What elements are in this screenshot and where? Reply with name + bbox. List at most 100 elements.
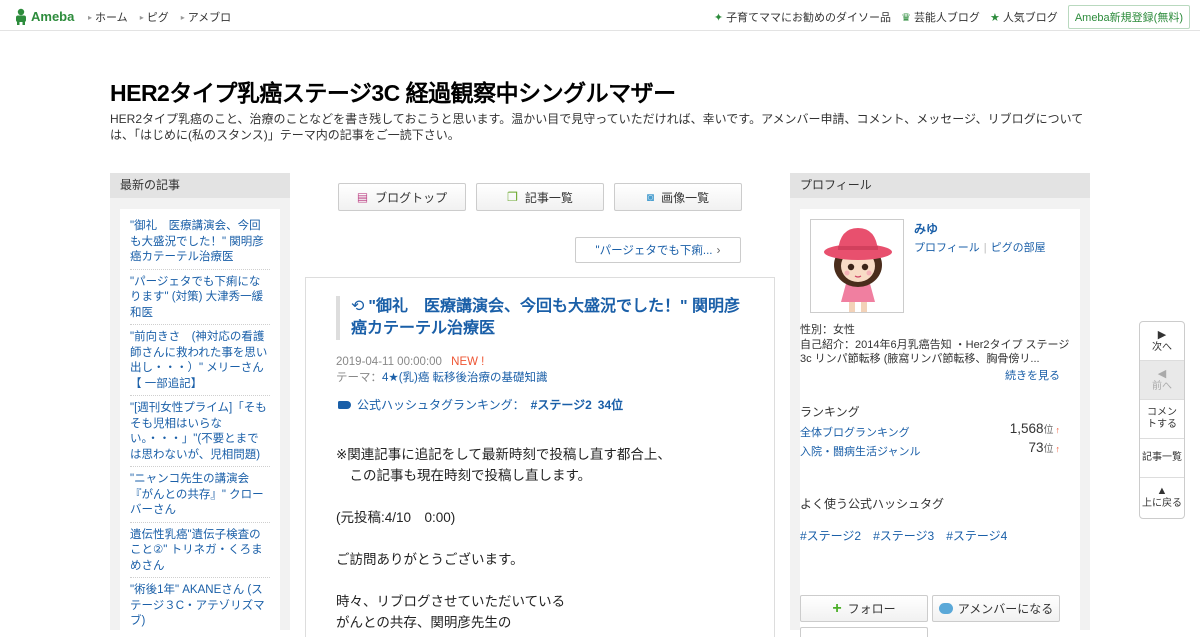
article-title-text: "御礼 医療講演会、今回も大盛況でした！" 関明彦 癌カテーテル治療医 [351, 298, 741, 337]
header-links: ✦ 子育てママにお勧めのダイソー品 ♛ 芸能人ブログ ★ 人気ブログ Ameba… [714, 5, 1190, 29]
hashtag-link[interactable]: #ステージ2 [800, 527, 861, 544]
camera-icon: ◙ [646, 190, 655, 204]
article-list-label: 記事一覧 [524, 190, 573, 205]
recent-article-link[interactable]: "術後1年" AKANEさん (ステージ３C・アテゾリズマブ) [130, 581, 270, 630]
ranking-genre-value: 73位 ↑ [1028, 440, 1060, 455]
follow-button[interactable]: + フォロー [800, 595, 928, 622]
profile-info: 性別：女性 自己紹介：2014年6月乳癌告知 ・Her2タイプ ステージ3c リ… [800, 323, 1070, 367]
member-label: アメンバーになる [957, 602, 1054, 616]
recent-article-link[interactable]: "[週刊女性プライム]「そもそも児相はいらない。・・・」"(不要とまでは思わない… [130, 399, 270, 467]
hashtag-list: #ステージ2 #ステージ3 #ステージ4 [800, 527, 1019, 544]
signup-button[interactable]: Ameba新規登録(無料) [1067, 5, 1190, 29]
profile-panel: プロフィール みゆ プロフィール | ピグの部屋 性別：女性 自己紹介：2014… [790, 173, 1090, 637]
profile-intro: 自己紹介：2014年6月乳癌告知 ・Her2タイプ ステージ3c リンパ節転移 … [800, 338, 1070, 366]
profile-box: みゆ プロフィール | ピグの部屋 性別：女性 自己紹介：2014年6月乳癌告知 ・… [800, 209, 1080, 637]
article-body: ※関連記事に追記をして最新時刻で投稿し直す都合上、 この記事も現在時刻で投稿し直… [336, 447, 671, 630]
prev-button[interactable]: ◀ 前へ [1140, 361, 1184, 400]
popular-blog-link[interactable]: ★ 人気ブログ [990, 9, 1058, 25]
crown-icon: ♛ [901, 11, 911, 24]
profile-heading: プロフィール [790, 173, 1090, 198]
speech-bubble-icon [938, 603, 953, 614]
arrow-up-icon: ▲ [1156, 485, 1168, 497]
hashtag-ranking-tag: #ステージ2 [530, 398, 592, 412]
comment-button[interactable]: コメントする [1140, 400, 1184, 439]
article-title[interactable]: ⟲ "御礼 医療講演会、今回も大盛況でした！" 関明彦 癌カテーテル治療医 [336, 296, 746, 340]
ranking-overall-value: 1,568位 ↑ [1010, 421, 1060, 436]
ameba-logo[interactable]: Ameba [14, 6, 74, 26]
article-list-side-button[interactable]: 記事一覧 [1140, 439, 1184, 478]
back-to-top-button[interactable]: ▲ 上に戻る [1140, 478, 1184, 517]
daiso-link[interactable]: ✦ 子育てママにお勧めのダイソー品 [714, 9, 891, 25]
recent-article-link[interactable]: "前向きさ (神対応の看護師さんに救われた事を思い出し・・・）" メリーさん【 … [130, 328, 270, 396]
celebrity-blog-label: 芸能人ブログ [913, 12, 980, 24]
blog-top-button[interactable]: ▤ ブログトップ [338, 183, 466, 211]
recent-article-link[interactable]: "ニャンコ先生の講演会『がんとの共存』" クローバーさん [130, 470, 270, 523]
ranking-heading: ランキング [800, 405, 860, 419]
become-member-button[interactable]: アメンバーになる [932, 595, 1060, 622]
ranking-overall-number: 1,568 [1009, 421, 1044, 436]
hashtag-link[interactable]: #ステージ3 [873, 527, 934, 544]
celebrity-blog-link[interactable]: ♛ 芸能人ブログ [901, 9, 980, 25]
ranking-genre-unit: 位 [1043, 444, 1054, 455]
theme-label: テーマ： [336, 372, 382, 384]
link-separator: | [983, 242, 987, 254]
ranking-row-overall: 全体ブログランキング 1,568位 ↑ [800, 421, 1060, 440]
avatar[interactable] [810, 219, 904, 313]
play-left-icon: ◀ [1157, 367, 1167, 380]
article: ⟲ "御礼 医療講演会、今回も大盛況でした！" 関明彦 癌カテーテル治療医 201… [305, 277, 775, 637]
next-label: 次へ [1152, 341, 1172, 353]
ranking-overall-link[interactable]: 全体ブログランキング [800, 427, 910, 439]
plus-icon: + [832, 599, 842, 617]
reblog-icon: ⟲ [351, 298, 365, 315]
recent-article-link[interactable]: "パージェタでも下痢になります" (対策) 大津秀一緩和医 [130, 273, 270, 325]
hashtag-link[interactable]: #ステージ4 [946, 527, 1007, 544]
nav-ameblo[interactable]: アメブロ [181, 9, 231, 25]
article-list-button[interactable]: ❐ 記事一覧 [476, 183, 604, 211]
list-icon: ▤ [356, 190, 369, 204]
recent-articles-list: "御礼 医療講演会、今回も大盛況でした！" 関明彦 癌カテーテル治療医 "パージ… [120, 209, 280, 630]
avatar-illustration [811, 220, 903, 312]
article-meta: 2019-04-11 00:00:00 NEW ! テーマ：4★(乳)癌 転移後… [336, 354, 548, 386]
profile-links: プロフィール | ピグの部屋 [914, 239, 1046, 255]
profile-gender: 性別：女性 [800, 324, 855, 336]
article-list-side-label: 記事一覧 [1142, 452, 1182, 463]
daiso-link-label: 子育てママにお勧めのダイソー品 [726, 12, 892, 24]
recent-article-link[interactable]: 遺伝性乳癌"遺伝子検査のこと②" トリネガ・くろまめさん [130, 526, 270, 578]
recent-articles-heading: 最新の記事 [110, 173, 290, 198]
profile-link[interactable]: プロフィール [914, 242, 980, 254]
comment-label: コメントする [1147, 407, 1177, 430]
rank-up-arrow-icon: ↑ [1055, 444, 1061, 454]
popular-blog-label: 人気ブログ [1002, 12, 1058, 24]
hashtag-ranking[interactable]: 公式ハッシュタグランキング： #ステージ2 34位 [338, 396, 623, 413]
back-to-top-label: 上に戻る [1142, 498, 1182, 509]
pigg-room-link[interactable]: ピグの部屋 [991, 242, 1046, 254]
nav-home[interactable]: ホーム [88, 9, 128, 25]
tag-icon [338, 400, 351, 409]
next-article-link[interactable]: "パージェタでも下痢... › [575, 237, 741, 263]
new-badge: NEW ! [451, 356, 485, 368]
nav-pigg[interactable]: ピグ [140, 9, 169, 25]
ranking-genre-link[interactable]: 入院・闘病生活ジャンル [800, 446, 920, 458]
blog-title[interactable]: HER2タイプ乳癌ステージ3C 経過観察中シングルマザー [110, 74, 676, 108]
follow-label: フォロー [847, 602, 896, 616]
ranking-genre-number: 73 [1028, 440, 1044, 455]
image-list-button[interactable]: ◙ 画像一覧 [614, 183, 742, 211]
recent-article-link[interactable]: "御礼 医療講演会、今回も大盛況でした！" 関明彦 癌カテーテル治療医 [130, 217, 270, 270]
ameba-logo-icon [16, 8, 26, 25]
next-button[interactable]: ▶ 次へ [1140, 322, 1184, 361]
hashtag-ranking-label: 公式ハッシュタグランキング： [357, 398, 525, 412]
rank-up-arrow-icon: ↑ [1055, 425, 1061, 435]
partial-button[interactable] [800, 627, 928, 637]
image-list-label: 画像一覧 [661, 190, 710, 205]
ameba-logo-text: Ameba [31, 8, 75, 24]
ranking-overall-unit: 位 [1043, 425, 1054, 436]
global-nav: ホーム ピグ アメブロ [88, 9, 243, 25]
play-right-icon: ▶ [1157, 328, 1167, 341]
sparkle-icon: ✦ [713, 11, 724, 24]
profile-name[interactable]: みゆ [914, 220, 938, 237]
theme-link[interactable]: 4★(乳)癌 転移後治療の基礎知識 [382, 372, 548, 384]
ranking-row-genre: 入院・闘病生活ジャンル 73位 ↑ [800, 440, 1060, 459]
blog-description: HER2タイプ乳癌のこと、治療のことなどを書き残しておこうと思います。温かい目で… [110, 112, 1084, 142]
star-icon: ★ [989, 11, 1000, 24]
read-more-link[interactable]: 続きを見る [1005, 367, 1060, 383]
